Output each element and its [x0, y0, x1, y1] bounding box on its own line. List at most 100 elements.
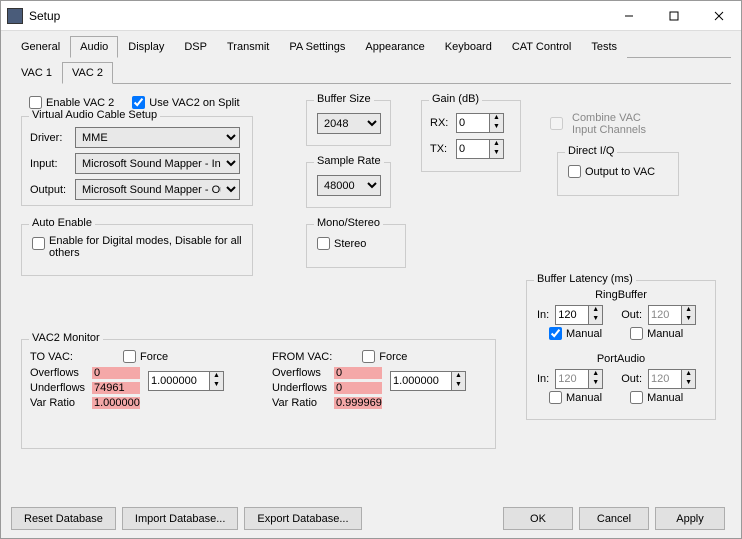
- ring-in-input[interactable]: [555, 305, 589, 325]
- reset-database-button[interactable]: Reset Database: [11, 507, 116, 530]
- to-force-checkbox[interactable]: Force: [123, 350, 168, 363]
- port-in-spinner[interactable]: ▲▼: [555, 369, 603, 389]
- vac2-monitor-group: VAC2 Monitor TO VAC: Force Overflows 0 ▲…: [21, 339, 496, 449]
- minimize-button[interactable]: [606, 1, 651, 30]
- port-out-label: Out:: [621, 373, 642, 385]
- port-out-spinner[interactable]: ▲▼: [648, 369, 696, 389]
- spinner-buttons[interactable]: ▲▼: [490, 139, 504, 159]
- driver-label: Driver:: [30, 132, 75, 144]
- input-select[interactable]: Microsoft Sound Mapper - Inp: [75, 153, 240, 174]
- gain-rx-spinner[interactable]: ▲▼: [456, 113, 504, 133]
- from-varratio-label: Var Ratio: [272, 397, 334, 409]
- maximize-button[interactable]: [651, 1, 696, 30]
- combine-vac-label2: Input Channels: [572, 124, 646, 136]
- to-factor-spinner[interactable]: ▲▼: [148, 371, 255, 391]
- tab-general[interactable]: General: [11, 36, 70, 58]
- mono-stereo-group: Mono/Stereo Stereo: [306, 224, 406, 268]
- to-overflows-value: 0: [92, 367, 140, 379]
- import-database-button[interactable]: Import Database...: [122, 507, 239, 530]
- ring-out-spinner[interactable]: ▲▼: [648, 305, 696, 325]
- ring-in-label: In:: [537, 309, 549, 321]
- to-underflows-label: Underflows: [30, 382, 92, 394]
- tab-pa-settings[interactable]: PA Settings: [279, 36, 355, 58]
- to-varratio-label: Var Ratio: [30, 397, 92, 409]
- ok-button[interactable]: OK: [503, 507, 573, 530]
- output-select[interactable]: Microsoft Sound Mapper - Ou: [75, 179, 240, 200]
- export-database-button[interactable]: Export Database...: [244, 507, 361, 530]
- auto-enable-group: Auto Enable Enable for Digital modes, Di…: [21, 224, 253, 276]
- portaudio-heading: PortAudio: [527, 353, 715, 365]
- buffer-size-select[interactable]: 2048: [317, 113, 381, 134]
- output-to-vac-input[interactable]: [568, 165, 581, 178]
- from-overflows-label: Overflows: [272, 367, 334, 379]
- gain-legend: Gain (dB): [429, 93, 482, 105]
- input-label: Input:: [30, 158, 75, 170]
- auto-enable-label: Enable for Digital modes, Disable for al…: [49, 235, 244, 259]
- buffer-latency-group: Buffer Latency (ms) RingBuffer In: ▲▼ Ou…: [526, 280, 716, 420]
- output-to-vac-checkbox[interactable]: Output to VAC: [568, 165, 655, 178]
- tab-cat-control[interactable]: CAT Control: [502, 36, 582, 58]
- enable-vac2-checkbox[interactable]: Enable VAC 2: [29, 96, 114, 109]
- port-in-manual-checkbox[interactable]: Manual: [549, 391, 602, 404]
- auto-enable-input[interactable]: [32, 237, 45, 250]
- tab-transmit[interactable]: Transmit: [217, 36, 279, 58]
- port-out-input: [648, 369, 682, 389]
- vac-setup-group: Virtual Audio Cable Setup Driver: MME In…: [21, 116, 253, 206]
- spinner-buttons[interactable]: ▲▼: [490, 113, 504, 133]
- tab-pane: Enable VAC 2 Use VAC2 on Split Virtual A…: [11, 84, 731, 494]
- gain-rx-input[interactable]: [456, 113, 490, 133]
- stereo-input[interactable]: [317, 237, 330, 250]
- window-title: Setup: [29, 9, 606, 23]
- gain-tx-label: TX:: [430, 143, 456, 155]
- combine-vac-input: [550, 114, 563, 133]
- gain-tx-input[interactable]: [456, 139, 490, 159]
- buffer-size-legend: Buffer Size: [314, 93, 374, 105]
- vac-setup-legend: Virtual Audio Cable Setup: [29, 109, 160, 121]
- stereo-checkbox[interactable]: Stereo: [317, 237, 366, 250]
- apply-button[interactable]: Apply: [655, 507, 725, 530]
- sample-rate-group: Sample Rate 48000: [306, 162, 391, 208]
- tab-display[interactable]: Display: [118, 36, 174, 58]
- subtab-vac-1[interactable]: VAC 1: [11, 62, 62, 84]
- titlebar: Setup: [1, 1, 741, 31]
- gain-rx-label: RX:: [430, 117, 456, 129]
- from-factor-input[interactable]: [390, 371, 452, 391]
- sample-rate-select[interactable]: 48000: [317, 175, 381, 196]
- output-label: Output:: [30, 184, 75, 196]
- subtab-strip: VAC 1VAC 2: [11, 61, 731, 84]
- app-icon: [7, 8, 23, 24]
- direct-iq-legend: Direct I/Q: [565, 145, 617, 157]
- output-to-vac-label: Output to VAC: [585, 166, 655, 178]
- tab-tests[interactable]: Tests: [581, 36, 627, 58]
- driver-select[interactable]: MME: [75, 127, 240, 148]
- enable-vac2-label: Enable VAC 2: [46, 97, 114, 109]
- use-on-split-checkbox[interactable]: Use VAC2 on Split: [132, 96, 239, 109]
- setup-window: Setup GeneralAudioDisplayDSPTransmitPA S…: [0, 0, 742, 539]
- to-underflows-value: 74961: [92, 382, 140, 394]
- ring-out-manual-checkbox[interactable]: Manual: [630, 327, 683, 340]
- close-button[interactable]: [696, 1, 741, 30]
- cancel-button[interactable]: Cancel: [579, 507, 649, 530]
- ring-in-spinner[interactable]: ▲▼: [555, 305, 603, 325]
- from-factor-spinner[interactable]: ▲▼: [390, 371, 492, 391]
- tab-audio[interactable]: Audio: [70, 36, 118, 58]
- from-force-checkbox[interactable]: Force: [362, 350, 407, 363]
- tab-appearance[interactable]: Appearance: [355, 36, 434, 58]
- port-out-manual-checkbox[interactable]: Manual: [630, 391, 683, 404]
- vac2-monitor-legend: VAC2 Monitor: [29, 332, 103, 344]
- to-factor-input[interactable]: [148, 371, 210, 391]
- ring-out-label: Out:: [621, 309, 642, 321]
- port-in-input: [555, 369, 589, 389]
- gain-tx-spinner[interactable]: ▲▼: [456, 139, 504, 159]
- use-on-split-input[interactable]: [132, 96, 145, 109]
- enable-vac2-input[interactable]: [29, 96, 42, 109]
- sample-rate-legend: Sample Rate: [314, 155, 384, 167]
- auto-enable-checkbox[interactable]: Enable for Digital modes, Disable for al…: [32, 235, 244, 259]
- ringbuffer-heading: RingBuffer: [527, 289, 715, 301]
- tab-dsp[interactable]: DSP: [174, 36, 217, 58]
- ring-in-manual-checkbox[interactable]: Manual: [549, 327, 602, 340]
- tab-keyboard[interactable]: Keyboard: [435, 36, 502, 58]
- combine-vac-label1: Combine VAC: [572, 112, 646, 124]
- subtab-vac-2[interactable]: VAC 2: [62, 62, 113, 84]
- to-overflows-label: Overflows: [30, 367, 92, 379]
